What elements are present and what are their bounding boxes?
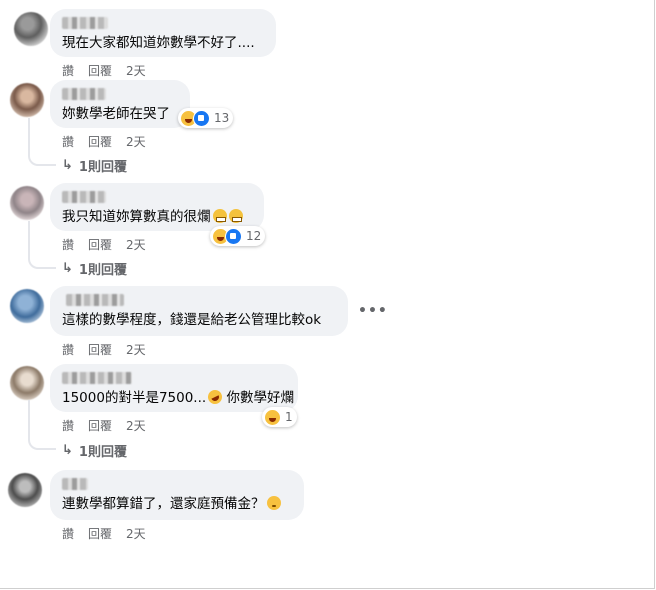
author-name-blurred[interactable]	[62, 372, 132, 384]
like-button[interactable]: 讚	[62, 417, 74, 434]
comment-bubble: 15000的對半是7500... 你數學好爛	[50, 364, 298, 412]
author-name-blurred[interactable]	[62, 17, 108, 29]
comment-bubble: 我只知道妳算數真的很爛	[50, 183, 264, 231]
avatar[interactable]	[8, 473, 42, 507]
rofl-emoji-icon	[205, 387, 225, 407]
comment-actions: 讚 回覆 2天	[62, 341, 146, 358]
thread-connector	[28, 400, 56, 450]
reply-count-label: 1則回覆	[78, 263, 127, 278]
comment-actions: 讚 回覆 2天	[62, 525, 146, 542]
comment-bubble: 連數學都算錯了，還家庭預備金？	[50, 470, 304, 520]
reaction-count: 12	[246, 229, 262, 243]
reply-button[interactable]: 回覆	[88, 62, 112, 79]
like-reaction-icon	[193, 109, 210, 127]
view-replies-link[interactable]: ↳ 1則回覆	[62, 259, 127, 278]
avatar[interactable]	[10, 289, 44, 323]
comment-text: 我只知道妳算數真的很爛	[62, 209, 252, 226]
comment-text-suffix: 你數學好爛	[226, 390, 294, 406]
author-name-blurred[interactable]	[62, 478, 88, 490]
grimacing-emoji-icon	[212, 209, 227, 223]
timestamp[interactable]: 2天	[126, 341, 146, 358]
flushed-emoji-icon	[266, 496, 281, 510]
reply-arrow-icon: ↳	[62, 261, 73, 276]
reply-count-label: 1則回覆	[78, 160, 127, 175]
reaction-summary[interactable]: 1	[262, 407, 297, 427]
reply-button[interactable]: 回覆	[88, 236, 112, 253]
timestamp[interactable]: 2天	[126, 525, 146, 542]
comment-text-content: 15000的對半是7500...	[62, 390, 207, 406]
comment-text-content: 連數學都算錯了，還家庭預備金？	[62, 496, 265, 512]
reply-button[interactable]: 回覆	[88, 341, 112, 358]
timestamp[interactable]: 2天	[126, 133, 146, 150]
like-button[interactable]: 讚	[62, 341, 74, 358]
like-button[interactable]: 讚	[62, 236, 74, 253]
author-name-blurred[interactable]	[66, 294, 124, 306]
avatar[interactable]	[10, 83, 44, 117]
avatar[interactable]	[10, 186, 44, 220]
comment-text: 妳數學老師在哭了	[62, 106, 170, 122]
comment-text-content: 我只知道妳算數真的很爛	[62, 209, 211, 225]
timestamp[interactable]: 2天	[126, 236, 146, 253]
comment-actions: 讚 回覆 2天	[62, 62, 146, 79]
comment-actions: 讚 回覆 2天	[62, 236, 146, 253]
comment-text: 這樣的數學程度，錢還是給老公管理比較ok	[62, 312, 322, 328]
comment-actions: 讚 回覆 2天	[62, 133, 146, 150]
like-reaction-icon	[225, 227, 242, 245]
author-name-blurred[interactable]	[62, 88, 106, 100]
thread-connector	[28, 118, 56, 166]
avatar[interactable]	[10, 366, 44, 400]
comment-bubble: 妳數學老師在哭了	[50, 80, 190, 128]
reply-count-label: 1則回覆	[78, 445, 127, 460]
reaction-summary[interactable]: 13	[178, 108, 234, 128]
comment-actions: 讚 回覆 2天	[62, 417, 146, 434]
reply-button[interactable]: 回覆	[88, 133, 112, 150]
comment-bubble: 這樣的數學程度，錢還是給老公管理比較ok	[50, 286, 348, 336]
view-replies-link[interactable]: ↳ 1則回覆	[62, 156, 127, 175]
reply-button[interactable]: 回覆	[88, 417, 112, 434]
grimacing-emoji-icon	[228, 209, 243, 223]
reply-arrow-icon: ↳	[62, 158, 73, 173]
reply-button[interactable]: 回覆	[88, 525, 112, 542]
reply-arrow-icon: ↳	[62, 443, 73, 458]
timestamp[interactable]: 2天	[126, 62, 146, 79]
haha-reaction-icon	[264, 408, 281, 426]
like-button[interactable]: 讚	[62, 525, 74, 542]
avatar[interactable]	[14, 12, 48, 46]
comment-text: 連數學都算錯了，還家庭預備金？	[62, 496, 292, 513]
timestamp[interactable]: 2天	[126, 417, 146, 434]
like-button[interactable]: 讚	[62, 133, 74, 150]
author-name-blurred[interactable]	[62, 191, 106, 203]
thread-connector	[28, 221, 56, 269]
reaction-count: 13	[214, 111, 230, 125]
more-options-button[interactable]: •••	[358, 303, 388, 319]
comment-bubble: 現在大家都知道妳數學不好了....	[50, 9, 276, 57]
comment-text: 15000的對半是7500... 你數學好爛	[62, 387, 294, 407]
view-replies-link[interactable]: ↳ 1則回覆	[62, 441, 127, 460]
reaction-summary[interactable]: 12	[210, 226, 266, 246]
comment-text: 現在大家都知道妳數學不好了....	[62, 35, 255, 51]
reaction-count: 1	[285, 410, 293, 424]
like-button[interactable]: 讚	[62, 62, 74, 79]
